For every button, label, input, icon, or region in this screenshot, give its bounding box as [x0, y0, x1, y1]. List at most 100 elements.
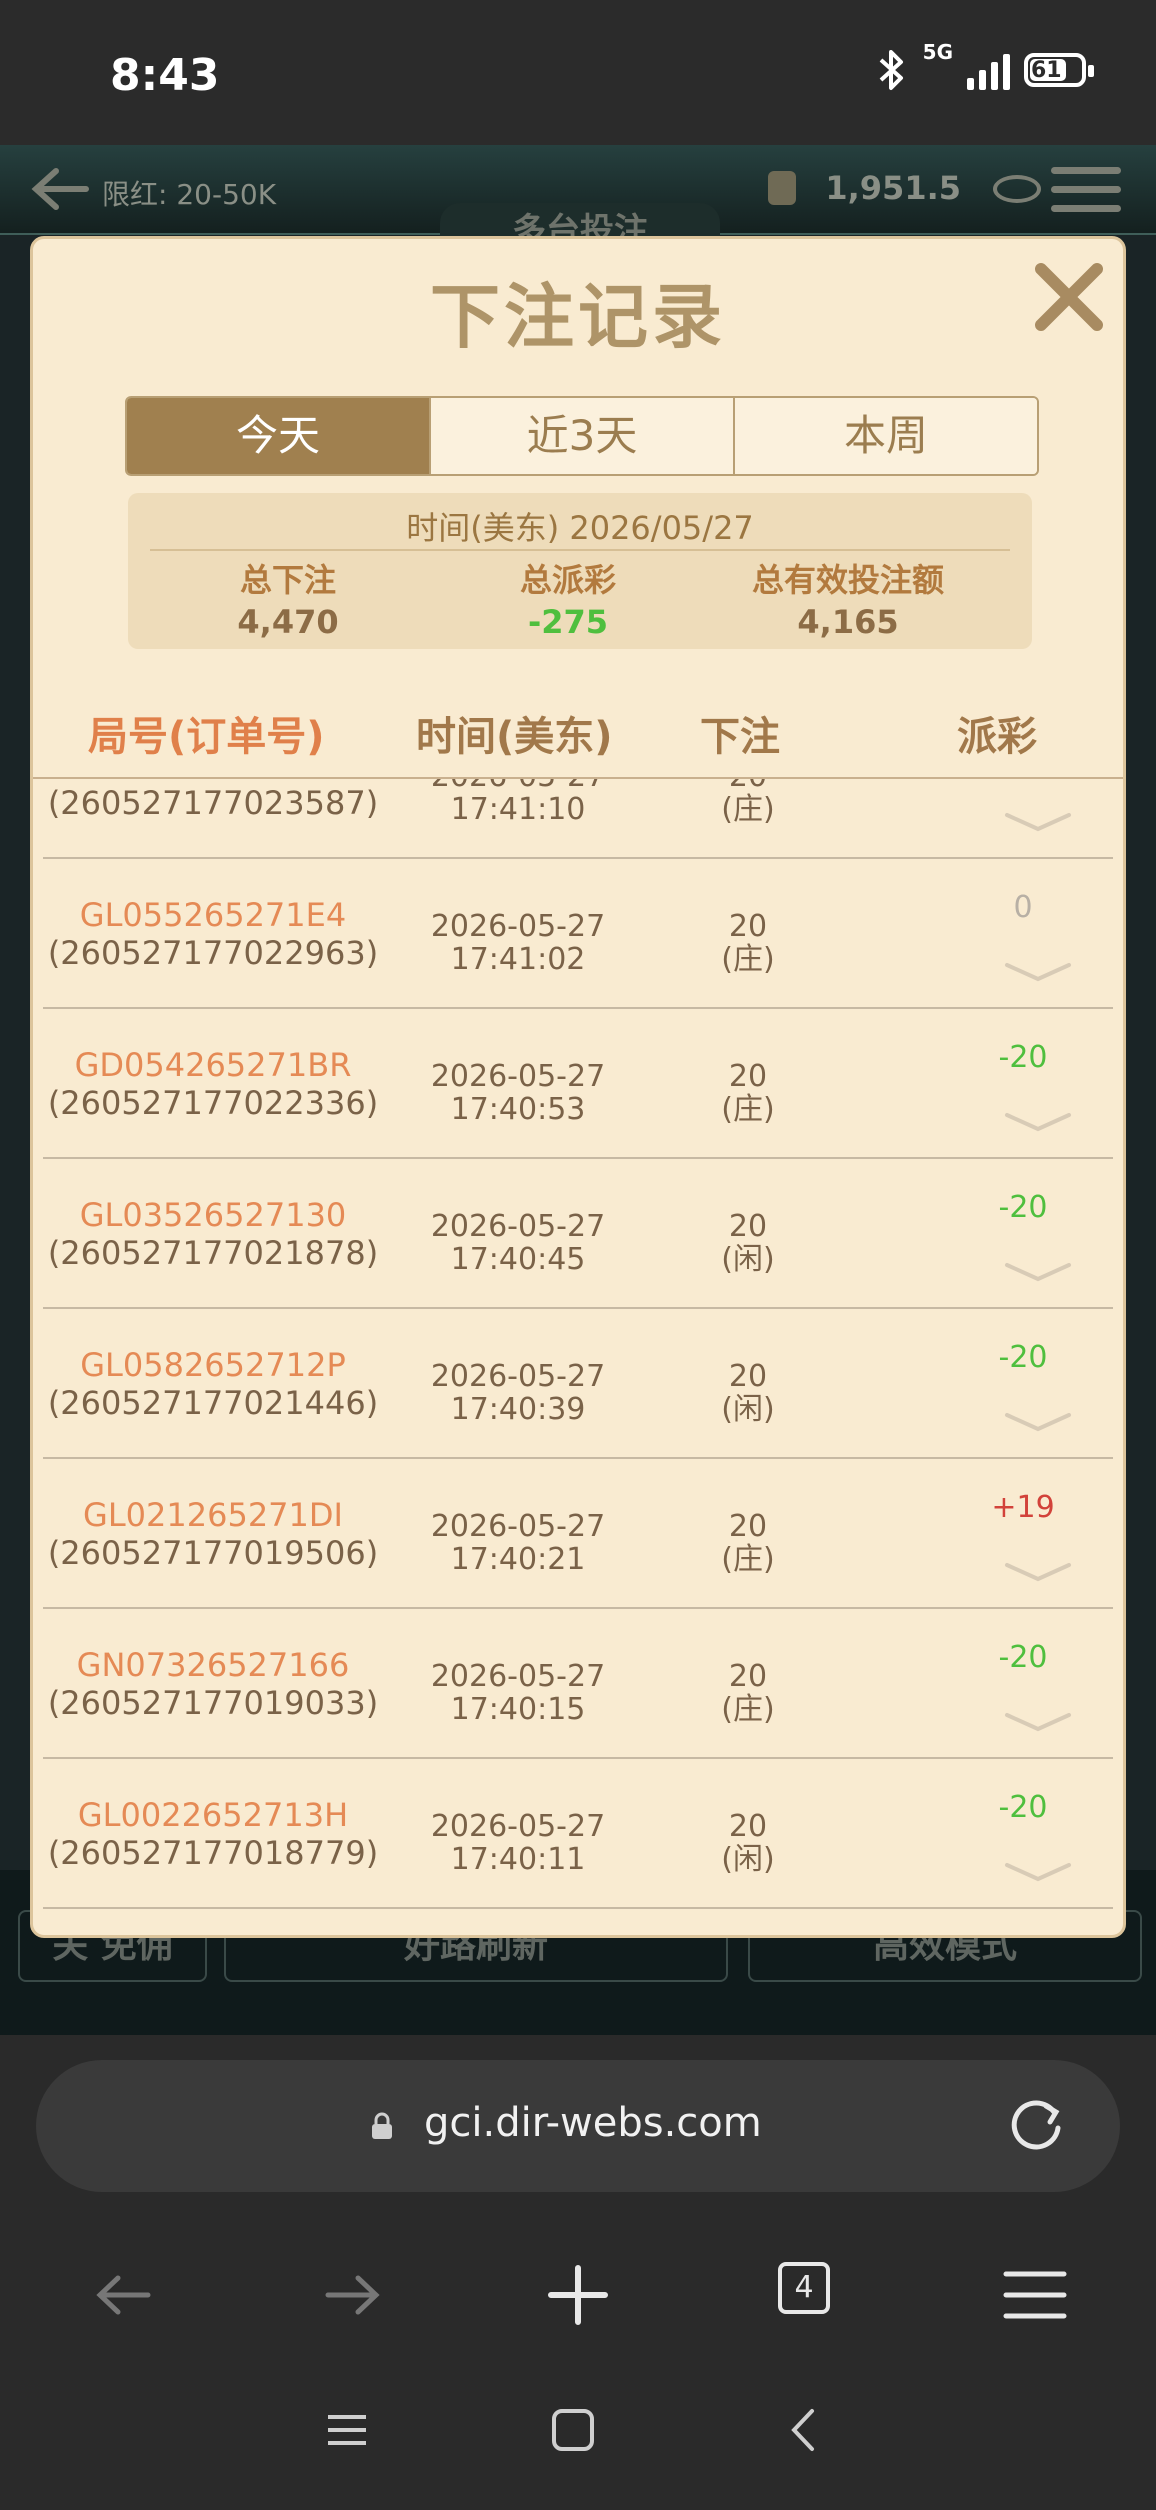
round-id-cell: GL0582652712P (260527177021446)	[43, 1346, 383, 1422]
chevron-down-icon[interactable]	[1003, 1261, 1073, 1283]
total-bet: 总下注 4,470	[128, 555, 448, 641]
record-date: 2026-05-27	[430, 1659, 606, 1694]
order-number: (260527177023587)	[47, 784, 379, 822]
system-nav-bar	[0, 2405, 1156, 2505]
col-time: 时间(美东)	[416, 714, 613, 760]
record-date: 2026-05-27	[430, 1359, 606, 1394]
record-time: 17:40:11	[450, 1842, 586, 1877]
bet-side: (庄)	[721, 1542, 775, 1577]
record-row[interactable]: GD054265271BR (260527177022336) 2026-05-27…	[43, 1009, 1113, 1159]
chevron-down-icon[interactable]	[1003, 811, 1073, 833]
time-cell: 2026-05-27 17:40:39	[388, 1360, 648, 1426]
recent-apps-icon[interactable]	[322, 2405, 372, 2455]
record-date: 2026-05-27	[430, 1209, 606, 1244]
total-valid-bet: 总有效投注额 4,165	[688, 555, 1008, 641]
menu-icon[interactable]	[1051, 167, 1121, 213]
record-row[interactable]: GL021265271DI (260527177019506) 2026-05-27…	[43, 1459, 1113, 1609]
system-back-icon[interactable]	[780, 2405, 830, 2455]
order-number: (260527177022963)	[47, 934, 379, 972]
col-round-id: 局号(订单号)	[88, 714, 325, 760]
record-date: 2026-05-27	[430, 1809, 606, 1844]
round-code[interactable]: GL0582652712P	[43, 1346, 383, 1384]
round-code[interactable]: GL021265271DI	[43, 1496, 383, 1534]
forward-icon[interactable]	[318, 2260, 388, 2330]
clock: 8:43	[110, 50, 220, 101]
round-code[interactable]: GL055265271E4	[43, 896, 383, 934]
summary-date: 时间(美东) 2026/05/27	[406, 509, 754, 547]
record-date: 2026-05-27	[430, 1059, 606, 1094]
tab-last-3-days[interactable]: 近3天	[429, 398, 733, 474]
bet-side: (闲)	[721, 1392, 775, 1427]
tab-today[interactable]: 今天	[127, 398, 429, 474]
chevron-down-icon[interactable]	[1003, 961, 1073, 983]
bet-cell: 20(庄)	[683, 910, 813, 976]
network-type: 5G	[922, 40, 953, 64]
browser-nav: 4	[0, 2240, 1156, 2350]
status-bar: 8:43 5G 61	[0, 0, 1156, 145]
time-cell: 2026-05-27 17:40:53	[388, 1060, 648, 1126]
bet-side: (闲)	[721, 1842, 775, 1877]
hamburger-menu-icon[interactable]	[1000, 2260, 1070, 2330]
bet-record-modal: 下注记录 今天 近3天 本周 时间(美东) 2026/05/27 总下注 4,4…	[30, 236, 1126, 1938]
date-range-tabs: 今天 近3天 本周	[125, 396, 1039, 476]
col-payout: 派彩	[957, 714, 1037, 760]
new-tab-icon[interactable]	[543, 2260, 613, 2330]
record-time: 17:40:45	[450, 1242, 586, 1277]
chevron-down-icon[interactable]	[1003, 1111, 1073, 1133]
record-row[interactable]: GL03526527130 (260527177021878) 2026-05-27…	[43, 1159, 1113, 1309]
record-date: 2026-05-27	[430, 1509, 606, 1544]
battery-level: 61	[1031, 58, 1062, 83]
order-number: (260527177019033)	[47, 1684, 379, 1722]
table-header: 局号(订单号) 时间(美东) 下注 派彩	[33, 704, 1123, 779]
record-time: 17:41:10	[450, 792, 586, 827]
order-number: (260527177022336)	[47, 1084, 379, 1122]
record-row[interactable]: GD0562652717E(260527177023587)2026-05-27…	[43, 779, 1113, 859]
address-bar[interactable]: gci.dir-webs.com	[36, 2060, 1120, 2192]
bet-cell: 20(庄)	[683, 779, 813, 826]
record-time: 17:40:21	[450, 1542, 586, 1577]
records-list[interactable]: GD0562652717E(260527177023587)2026-05-27…	[43, 779, 1113, 1935]
payout-value: +19	[991, 1490, 1055, 1525]
order-number: (260527177019506)	[47, 1534, 379, 1572]
payout-value: 0	[1013, 890, 1033, 925]
total-payout-value: -275	[527, 603, 609, 641]
payout-value: -20	[998, 1190, 1048, 1225]
record-time: 17:40:39	[450, 1392, 586, 1427]
total-bet-label: 总下注	[239, 561, 336, 599]
game-header: 限红: 20-50K 1,951.5 多台投注	[0, 145, 1156, 243]
chevron-down-icon[interactable]	[1003, 1561, 1073, 1583]
payout-value: -20	[998, 1340, 1048, 1375]
chevron-down-icon[interactable]	[1003, 1411, 1073, 1433]
round-code[interactable]: GL03526527130	[43, 1196, 383, 1234]
bet-side: (庄)	[721, 1092, 775, 1127]
record-row[interactable]: GL0022652713H (260527177018779) 2026-05-27…	[43, 1759, 1113, 1909]
payout-value: -20	[998, 1640, 1048, 1675]
chevron-down-icon[interactable]	[1003, 1711, 1073, 1733]
back-arrow-icon[interactable]	[30, 167, 90, 211]
bet-cell: 20 (闲)	[683, 1810, 813, 1876]
tab-this-week[interactable]: 本周	[733, 398, 1037, 474]
round-id-cell: GN07326527166 (260527177019033)	[43, 1646, 383, 1722]
bet-amount: 20	[728, 1659, 768, 1694]
round-id-cell: GL03526527130 (260527177021878)	[43, 1196, 383, 1272]
record-row[interactable]: GL0582652712P (260527177021446) 2026-05-27…	[43, 1309, 1113, 1459]
battery-icon: 61	[1024, 53, 1094, 87]
total-valid-value: 4,165	[797, 603, 899, 641]
chevron-down-icon[interactable]	[1003, 1861, 1073, 1883]
bet-amount: 20	[728, 1059, 768, 1094]
reload-icon[interactable]	[1008, 2096, 1068, 2156]
home-icon[interactable]	[548, 2405, 598, 2455]
close-icon[interactable]	[1029, 257, 1109, 337]
payout-value: -20	[998, 1040, 1048, 1075]
bet-cell: 20 (闲)	[683, 1360, 813, 1426]
record-row[interactable]: GL055265271E4 (260527177022963) 2026-05-27…	[43, 859, 1113, 1009]
round-id-cell: GD054265271BR (260527177022336)	[43, 1046, 383, 1122]
round-code[interactable]: GN07326527166	[43, 1646, 383, 1684]
tab-count[interactable]: 4	[778, 2262, 830, 2314]
round-code[interactable]: GL0022652713H	[43, 1796, 383, 1834]
bet-amount: 20	[683, 779, 813, 793]
eye-icon[interactable]	[993, 175, 1041, 203]
back-icon[interactable]	[88, 2260, 158, 2330]
round-code[interactable]: GD054265271BR	[43, 1046, 383, 1084]
record-row[interactable]: GN07326527166 (260527177019033) 2026-05-27…	[43, 1609, 1113, 1759]
